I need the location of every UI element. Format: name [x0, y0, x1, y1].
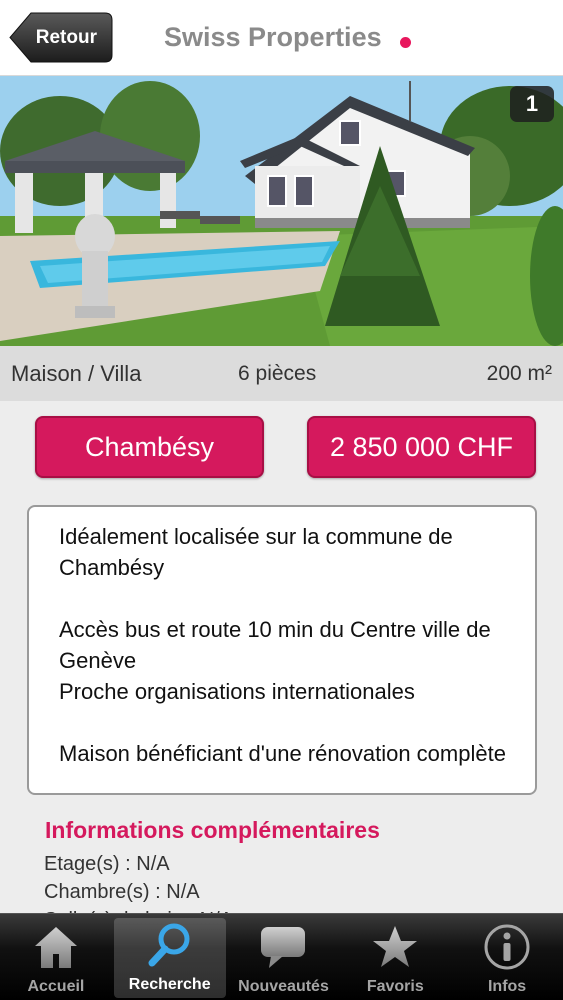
property-photo[interactable]	[0, 76, 563, 346]
home-icon	[31, 922, 81, 972]
description-paragraph: Maison bénéficiant d'une rénovation comp…	[59, 741, 506, 766]
description-box[interactable]: Idéalement localisée sur la commune de C…	[27, 505, 537, 795]
description-paragraph: Proche organisations internationales	[59, 679, 415, 704]
info-icon	[482, 922, 532, 972]
surface-area: 200 m²	[486, 361, 552, 385]
property-type: Maison / Villa	[11, 360, 142, 386]
page-title: Swiss Properties	[164, 22, 382, 52]
tab-infos[interactable]: Infos	[451, 914, 563, 1000]
description-paragraph: Idéalement localisée sur la commune de C…	[59, 524, 453, 580]
back-button[interactable]: Retour	[9, 12, 113, 63]
brand-dot	[400, 37, 411, 48]
tab-nouveautes[interactable]: Nouveautés	[228, 914, 340, 1000]
star-icon	[370, 922, 420, 972]
navigation-bar: Retour Swiss Properties	[0, 0, 563, 76]
city-button[interactable]: Chambésy	[35, 416, 264, 478]
description-paragraph: Accès bus et route 10 min du Centre vill…	[59, 617, 491, 673]
speech-bubble-icon	[258, 922, 308, 972]
tab-favoris[interactable]: Favoris	[339, 914, 451, 1000]
section-title: Informations complémentaires	[45, 817, 380, 843]
price-button[interactable]: 2 850 000 CHF	[307, 416, 536, 478]
photo-counter: 1	[510, 86, 554, 122]
search-icon	[145, 920, 195, 970]
tab-label: Infos	[487, 978, 527, 995]
back-button-label: Retour	[35, 26, 97, 48]
tab-label: Favoris	[366, 978, 424, 995]
room-count: 6 pièces	[238, 361, 317, 385]
info-floors: Etage(s) : N/A	[44, 853, 170, 875]
info-bedrooms: Chambre(s) : N/A	[44, 881, 200, 903]
tab-label: Nouveautés	[238, 978, 329, 995]
tab-label: Recherche	[128, 976, 211, 993]
property-summary: Maison / Villa 6 pièces 200 m²	[0, 346, 563, 401]
tab-bar: Accueil Recherche Nouveautés Favoris Inf…	[0, 913, 563, 1000]
tab-recherche[interactable]: Recherche	[113, 918, 226, 998]
tab-label: Accueil	[27, 978, 85, 995]
tab-accueil[interactable]: Accueil	[0, 914, 112, 1000]
